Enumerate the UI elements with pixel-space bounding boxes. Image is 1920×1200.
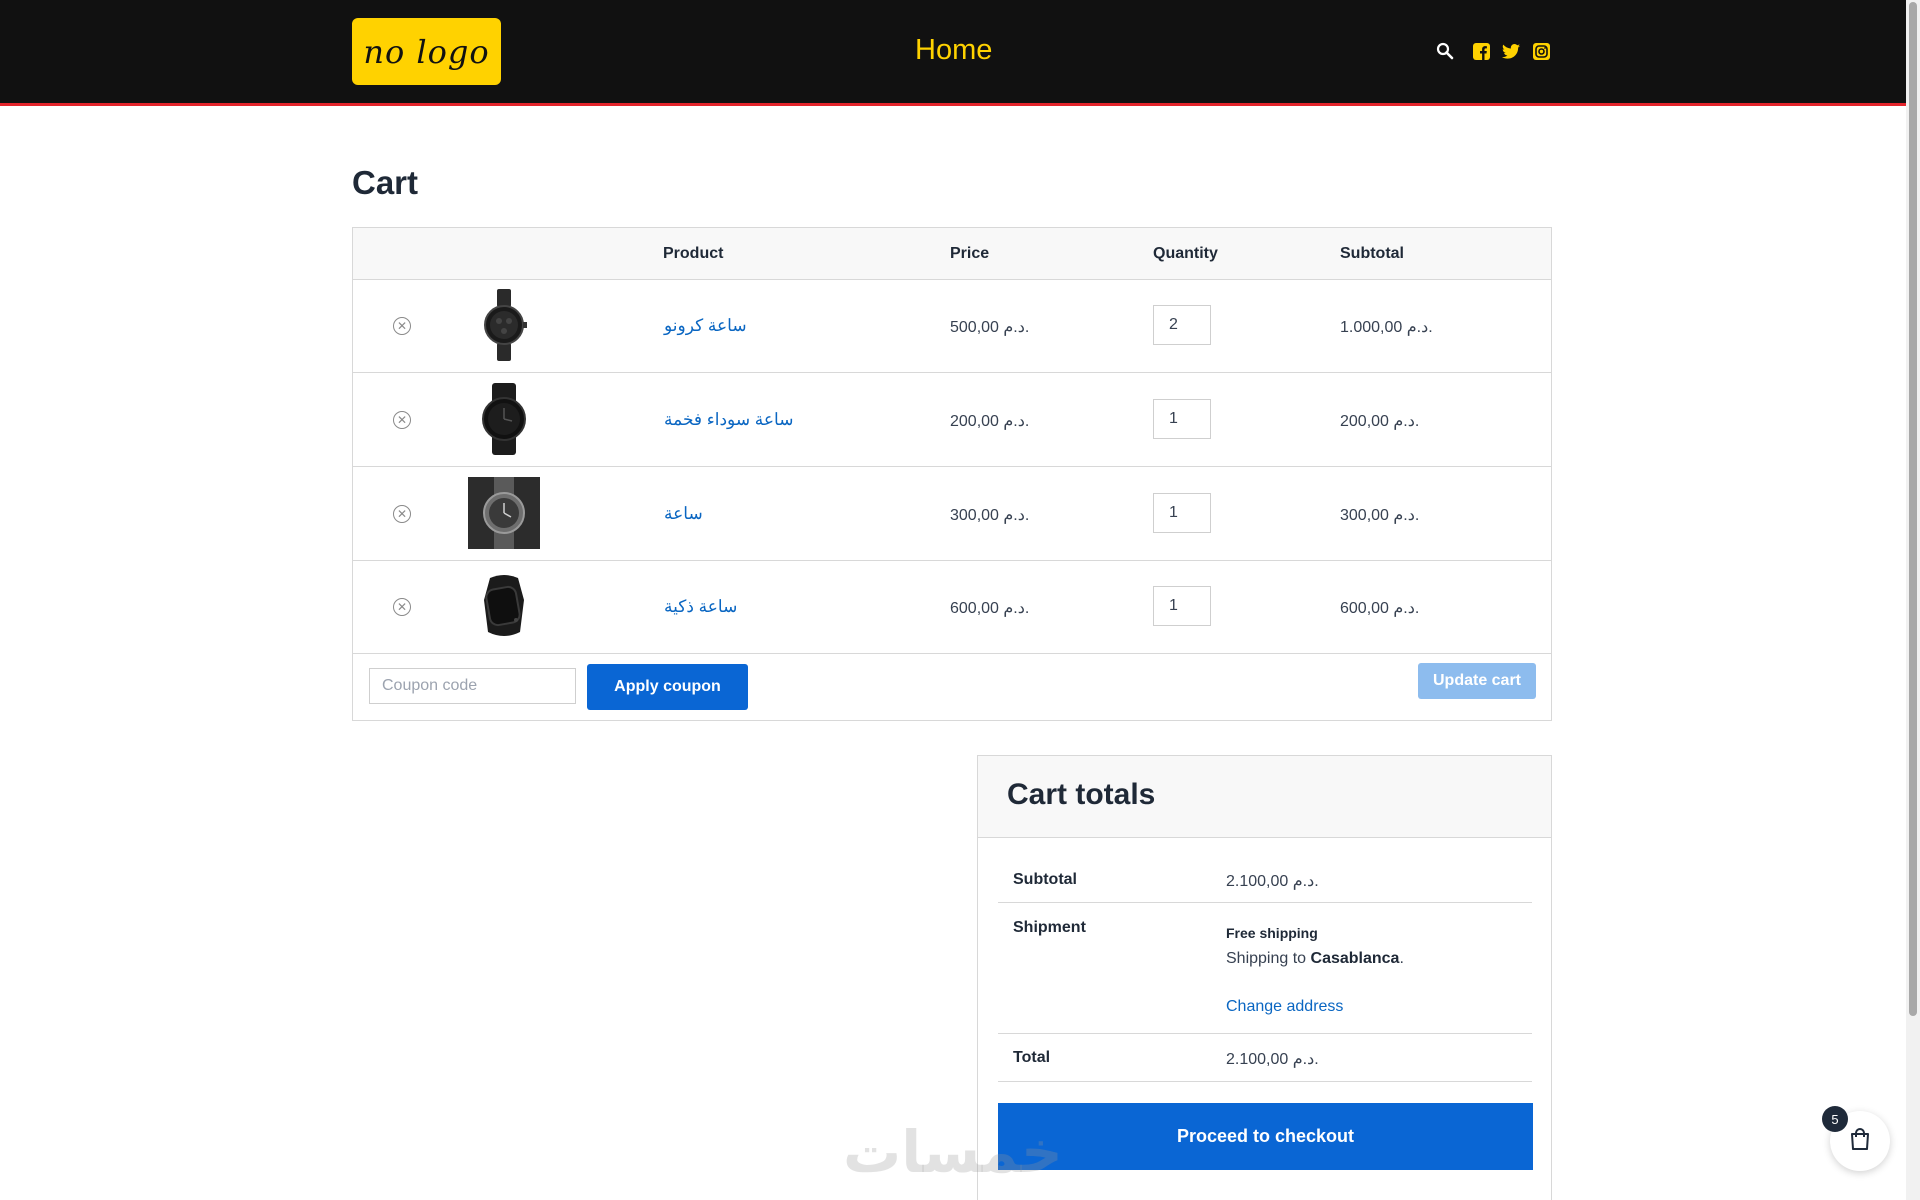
totals-total-row: Total 2.100,00 د.م. (998, 1034, 1532, 1082)
product-price: 600,00 د.م. (950, 600, 1030, 617)
page-title: Cart (352, 164, 419, 201)
subtotal-value: 2.100,00 د.م. (1226, 873, 1319, 890)
product-price: 500,00 د.م. (950, 319, 1030, 336)
update-cart-button[interactable]: Update cart (1418, 663, 1536, 699)
instagram-icon[interactable] (1532, 42, 1550, 60)
column-quantity: Quantity (1153, 245, 1218, 262)
smart-watch-image[interactable] (468, 570, 540, 642)
cart-table: Product Price Quantity Subtotal ✕ ساعة ك… (352, 227, 1552, 721)
watch-photo-image[interactable] (468, 477, 540, 549)
shipping-destination: Shipping to Casablanca. (1226, 950, 1404, 968)
cart-row: ✕ ساعة 300,00 د.م. 300,00 د.م. (353, 467, 1551, 561)
product-subtotal: 600,00 د.م. (1340, 600, 1420, 617)
shipping-method: Free shipping (1226, 925, 1318, 941)
cart-totals-title: Cart totals (1007, 778, 1156, 811)
quantity-input[interactable] (1153, 493, 1211, 533)
product-name-link[interactable]: ساعة (664, 504, 703, 524)
product-subtotal: 1.000,00 د.م. (1340, 319, 1433, 336)
coupon-code-input[interactable] (369, 668, 576, 704)
cart-totals: Cart totals Subtotal 2.100,00 د.م. Shipm… (977, 755, 1552, 1200)
totals-subtotal-row: Subtotal 2.100,00 د.م. (998, 856, 1532, 903)
column-price: Price (950, 245, 990, 262)
header-icons (1434, 40, 1562, 62)
site-logo[interactable]: no logo (352, 18, 501, 85)
page-scrollbar[interactable] (1906, 0, 1920, 1200)
cart-actions: Apply coupon Update cart (353, 652, 1551, 721)
product-name-link[interactable]: ساعة كرونو (664, 316, 747, 336)
product-name-link[interactable]: ساعة ذكية (664, 597, 737, 617)
product-price: 200,00 د.م. (950, 413, 1030, 430)
nav-home-link[interactable]: Home (915, 34, 992, 67)
proceed-to-checkout-button[interactable]: Proceed to checkout (998, 1103, 1533, 1170)
remove-item-icon[interactable]: ✕ (393, 317, 411, 335)
total-value: 2.100,00 د.م. (1226, 1051, 1319, 1068)
product-subtotal: 200,00 د.م. (1340, 413, 1420, 430)
remove-item-icon[interactable]: ✕ (393, 598, 411, 616)
shipping-to-prefix: Shipping to (1226, 950, 1311, 967)
cart-count-badge: 5 (1822, 1106, 1848, 1132)
twitter-icon[interactable] (1502, 42, 1520, 60)
facebook-icon[interactable] (1472, 42, 1490, 60)
shipping-to-suffix: . (1399, 950, 1404, 967)
site-header: no logo Home (0, 0, 1906, 106)
quantity-input[interactable] (1153, 399, 1211, 439)
cart-table-header: Product Price Quantity Subtotal (353, 228, 1551, 280)
product-price: 300,00 د.م. (950, 507, 1030, 524)
quantity-input[interactable] (1153, 305, 1211, 345)
quantity-input[interactable] (1153, 586, 1211, 626)
shipping-city: Casablanca (1310, 950, 1400, 967)
cart-row: ✕ ساعة ذكية 600,00 د.م. 600,00 د.م. (353, 560, 1551, 654)
scrollbar-thumb[interactable] (1909, 2, 1917, 1016)
logo-text: no logo (363, 32, 490, 71)
remove-item-icon[interactable]: ✕ (393, 411, 411, 429)
subtotal-label: Subtotal (1013, 871, 1077, 888)
product-subtotal: 300,00 د.م. (1340, 507, 1420, 524)
cart-totals-header: Cart totals (978, 756, 1551, 838)
totals-shipment-row: Shipment Free shipping Shipping to Casab… (998, 903, 1532, 1034)
search-icon[interactable] (1434, 40, 1456, 62)
chronograph-watch-image[interactable] (468, 289, 540, 361)
cart-row: ✕ ساعة كرونو 500,00 د.م. 1.000,00 د.م. (353, 279, 1551, 373)
product-name-link[interactable]: ساعة سوداء فخمة (664, 410, 793, 430)
cart-row: ✕ ساعة سوداء فخمة 200,00 د.م. 200,00 د.م… (353, 373, 1551, 467)
column-subtotal: Subtotal (1340, 245, 1404, 262)
shopping-bag-icon (1847, 1126, 1873, 1157)
total-label: Total (1013, 1049, 1051, 1066)
watermark-logo: خمسات (843, 1118, 1063, 1186)
change-address-link[interactable]: Change address (1226, 998, 1343, 1016)
apply-coupon-button[interactable]: Apply coupon (587, 664, 748, 710)
black-watch-image[interactable] (468, 383, 540, 455)
column-product: Product (663, 245, 724, 262)
shipment-label: Shipment (1013, 919, 1086, 936)
remove-item-icon[interactable]: ✕ (393, 505, 411, 523)
